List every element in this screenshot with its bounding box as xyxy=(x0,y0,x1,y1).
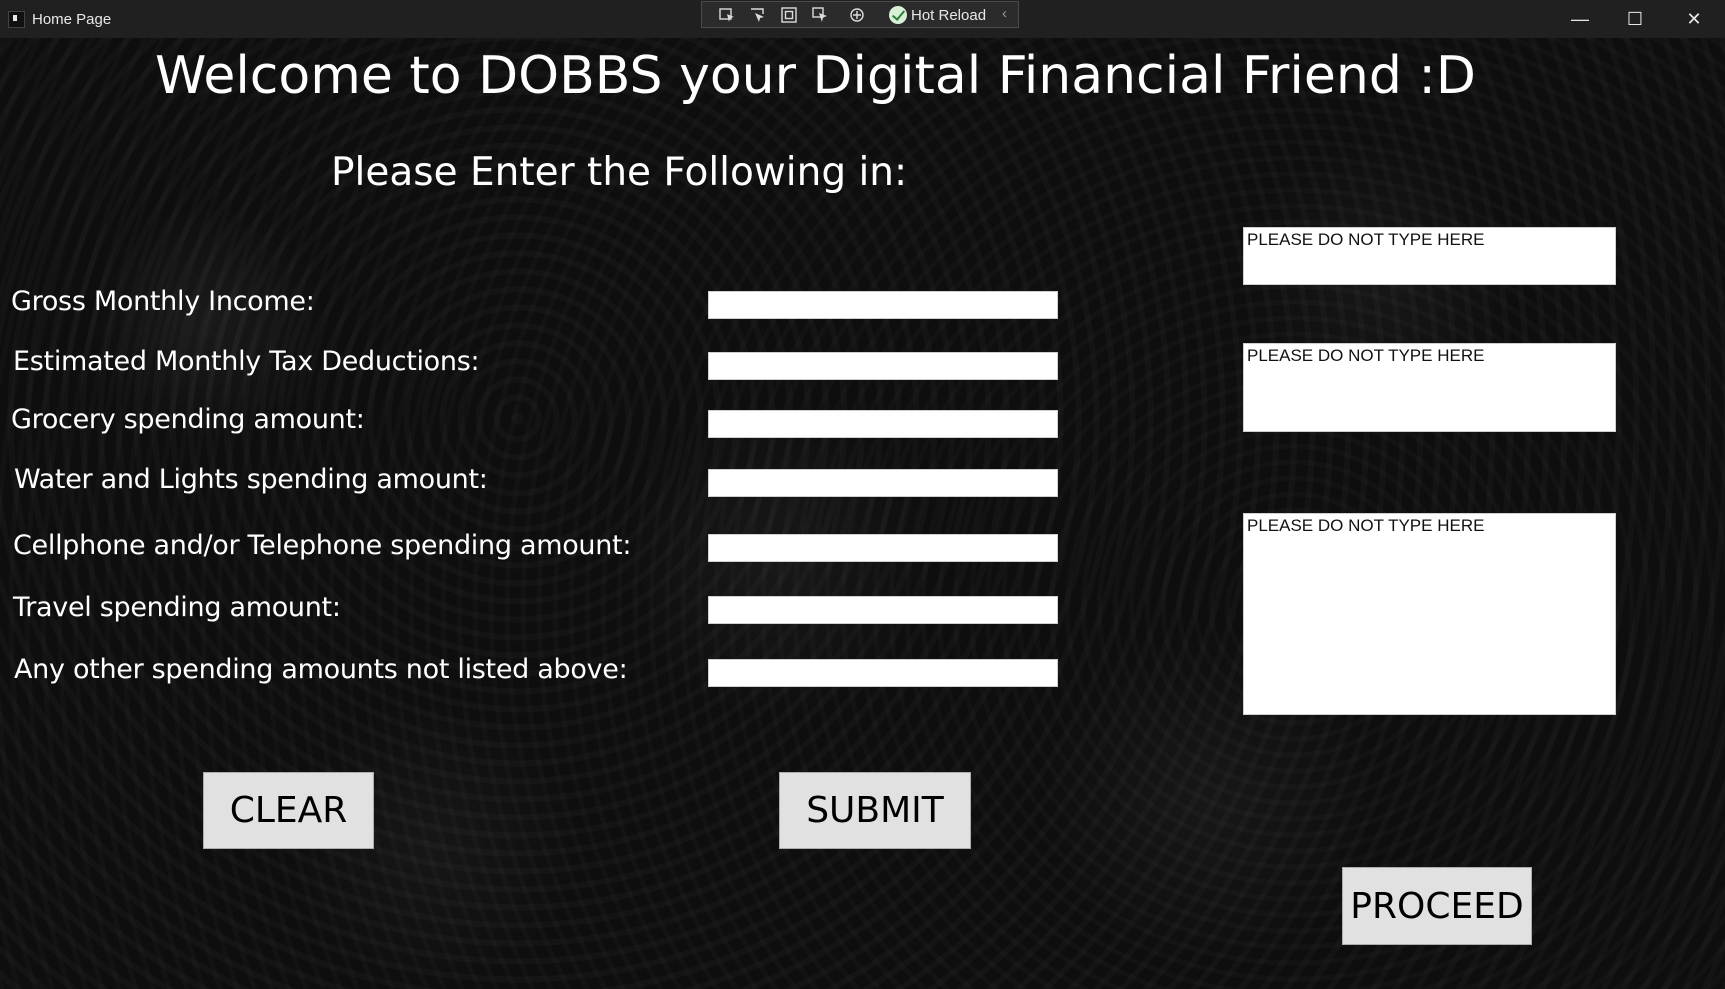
maximize-button[interactable]: ☐ xyxy=(1615,6,1655,32)
other-spending-label: Any other spending amounts not listed ab… xyxy=(14,654,628,685)
output-box-3[interactable]: PLEASE DO NOT TYPE HERE xyxy=(1243,513,1616,715)
telephone-label: Cellphone and/or Telephone spending amou… xyxy=(13,530,632,561)
grocery-input[interactable] xyxy=(708,410,1058,438)
output-box-2[interactable]: PLEASE DO NOT TYPE HERE xyxy=(1243,343,1616,432)
clear-button[interactable]: CLEAR xyxy=(203,772,374,849)
title-bar: Home Page Hot Reload ‹ — ☐ ✕ xyxy=(0,0,1725,38)
display-layout-adorners-icon[interactable] xyxy=(780,6,798,24)
collapse-toolbar-chevron-icon[interactable]: ‹ xyxy=(1002,5,1007,22)
page-subtitle: Please Enter the Following in: xyxy=(331,150,908,195)
tax-deductions-label: Estimated Monthly Tax Deductions: xyxy=(13,346,480,377)
water-lights-input[interactable] xyxy=(708,469,1058,497)
app-icon xyxy=(8,11,25,28)
gross-income-label: Gross Monthly Income: xyxy=(11,286,315,317)
grocery-label: Grocery spending amount: xyxy=(11,404,365,435)
water-lights-label: Water and Lights spending amount: xyxy=(14,464,488,495)
close-button[interactable]: ✕ xyxy=(1674,6,1714,32)
page-title: Welcome to DOBBS your Digital Financial … xyxy=(155,46,1476,106)
live-tree-icon[interactable] xyxy=(749,6,767,24)
hot-reload-check-icon xyxy=(889,6,907,24)
home-page-content: Welcome to DOBBS your Digital Financial … xyxy=(0,38,1725,989)
output-box-1[interactable]: PLEASE DO NOT TYPE HERE xyxy=(1243,227,1616,285)
submit-button[interactable]: SUBMIT xyxy=(779,772,971,849)
proceed-button[interactable]: PROCEED xyxy=(1342,867,1532,945)
hot-reload-label[interactable]: Hot Reload xyxy=(911,7,986,24)
travel-label: Travel spending amount: xyxy=(13,592,341,623)
track-focused-element-icon[interactable] xyxy=(811,6,829,24)
select-element-icon[interactable] xyxy=(718,6,736,24)
xaml-debug-toolbar: Hot Reload ‹ xyxy=(701,1,1019,28)
tax-deductions-input[interactable] xyxy=(708,352,1058,380)
telephone-input[interactable] xyxy=(708,534,1058,562)
other-spending-input[interactable] xyxy=(708,659,1058,687)
binding-failures-icon[interactable] xyxy=(848,6,866,24)
window-title: Home Page xyxy=(32,11,112,28)
minimize-button[interactable]: — xyxy=(1560,6,1600,32)
gross-income-input[interactable] xyxy=(708,291,1058,319)
travel-input[interactable] xyxy=(708,596,1058,624)
